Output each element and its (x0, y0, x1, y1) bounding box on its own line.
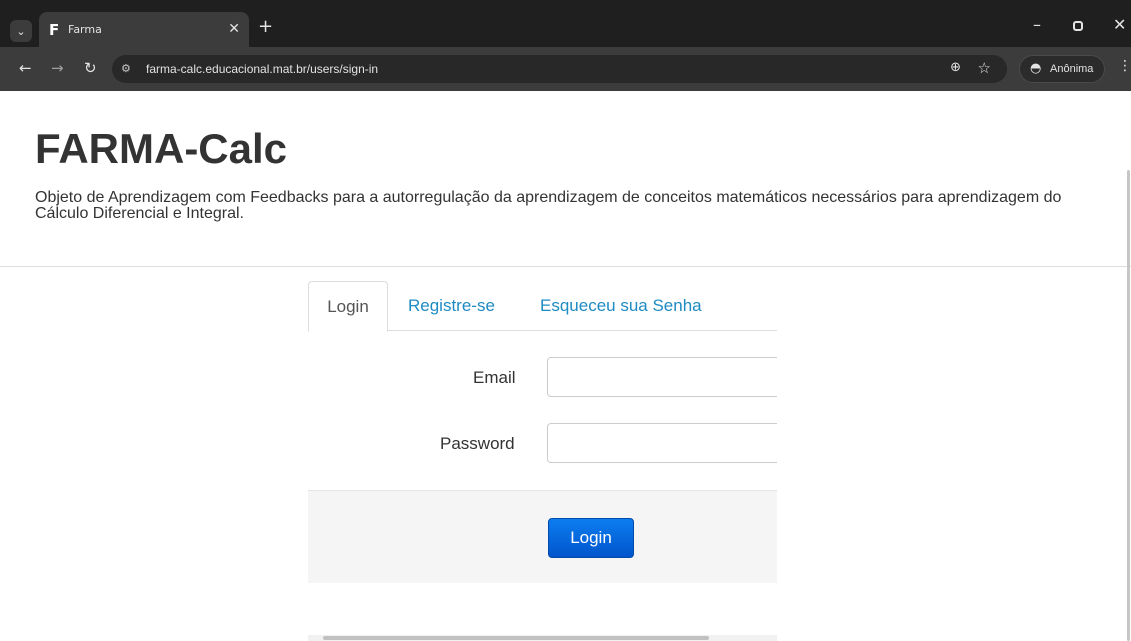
menu-icon[interactable]: ⋮ (1118, 58, 1131, 74)
login-button[interactable]: Login (548, 518, 634, 558)
viewport-clip (777, 340, 789, 470)
incognito-icon: ◓ (1030, 61, 1042, 76)
favicon-icon: F (49, 21, 60, 39)
password-label: Password (440, 434, 515, 453)
horizontal-scrollbar-thumb[interactable] (323, 636, 709, 640)
restore-icon[interactable] (1073, 21, 1083, 31)
incognito-badge[interactable]: ◓ Anônima (1019, 55, 1105, 83)
email-label: Email (473, 368, 516, 387)
site-info-icon[interactable]: ⚙ (121, 62, 131, 75)
minimize-icon[interactable]: – (1033, 15, 1041, 34)
page-title: FARMA-Calc (35, 125, 288, 172)
url-text[interactable]: farma-calc.educacional.mat.br/users/sign… (146, 62, 378, 76)
password-field[interactable] (547, 423, 787, 463)
close-icon[interactable]: ✕ (228, 21, 240, 37)
tab-search-icon[interactable]: ⌄ (10, 20, 32, 42)
form-actions: Login (308, 490, 777, 583)
new-tab-icon[interactable]: + (258, 16, 273, 37)
browser-tab[interactable]: F Farma ✕ (39, 12, 249, 47)
browser-tabstrip: ⌄ F Farma ✕ + – ✕ (0, 0, 1131, 47)
star-icon[interactable]: ☆ (978, 59, 991, 77)
email-field[interactable] (547, 357, 787, 397)
forward-icon[interactable]: → (51, 59, 64, 77)
page-description: Objeto de Aprendizagem com Feedbacks par… (35, 189, 1062, 222)
window-close-icon[interactable]: ✕ (1113, 15, 1126, 34)
zoom-icon[interactable]: ⊕ (950, 60, 961, 75)
divider (0, 266, 1131, 267)
auth-tabs: Login Registre-se Esqueceu sua Senha (308, 281, 777, 332)
address-bar[interactable]: ⚙ farma-calc.educacional.mat.br/users/si… (112, 55, 1007, 83)
tab-register[interactable]: Registre-se (408, 281, 495, 331)
tab-title: Farma (68, 23, 102, 36)
reload-icon[interactable]: ↻ (84, 59, 97, 77)
incognito-label: Anônima (1050, 63, 1094, 75)
tab-forgot-password[interactable]: Esqueceu sua Senha (540, 281, 702, 331)
tab-login[interactable]: Login (308, 281, 388, 332)
vertical-scrollbar[interactable] (1127, 170, 1130, 641)
back-icon[interactable]: ← (19, 59, 32, 77)
browser-toolbar: ← → ↻ ⚙ farma-calc.educacional.mat.br/us… (0, 47, 1131, 91)
